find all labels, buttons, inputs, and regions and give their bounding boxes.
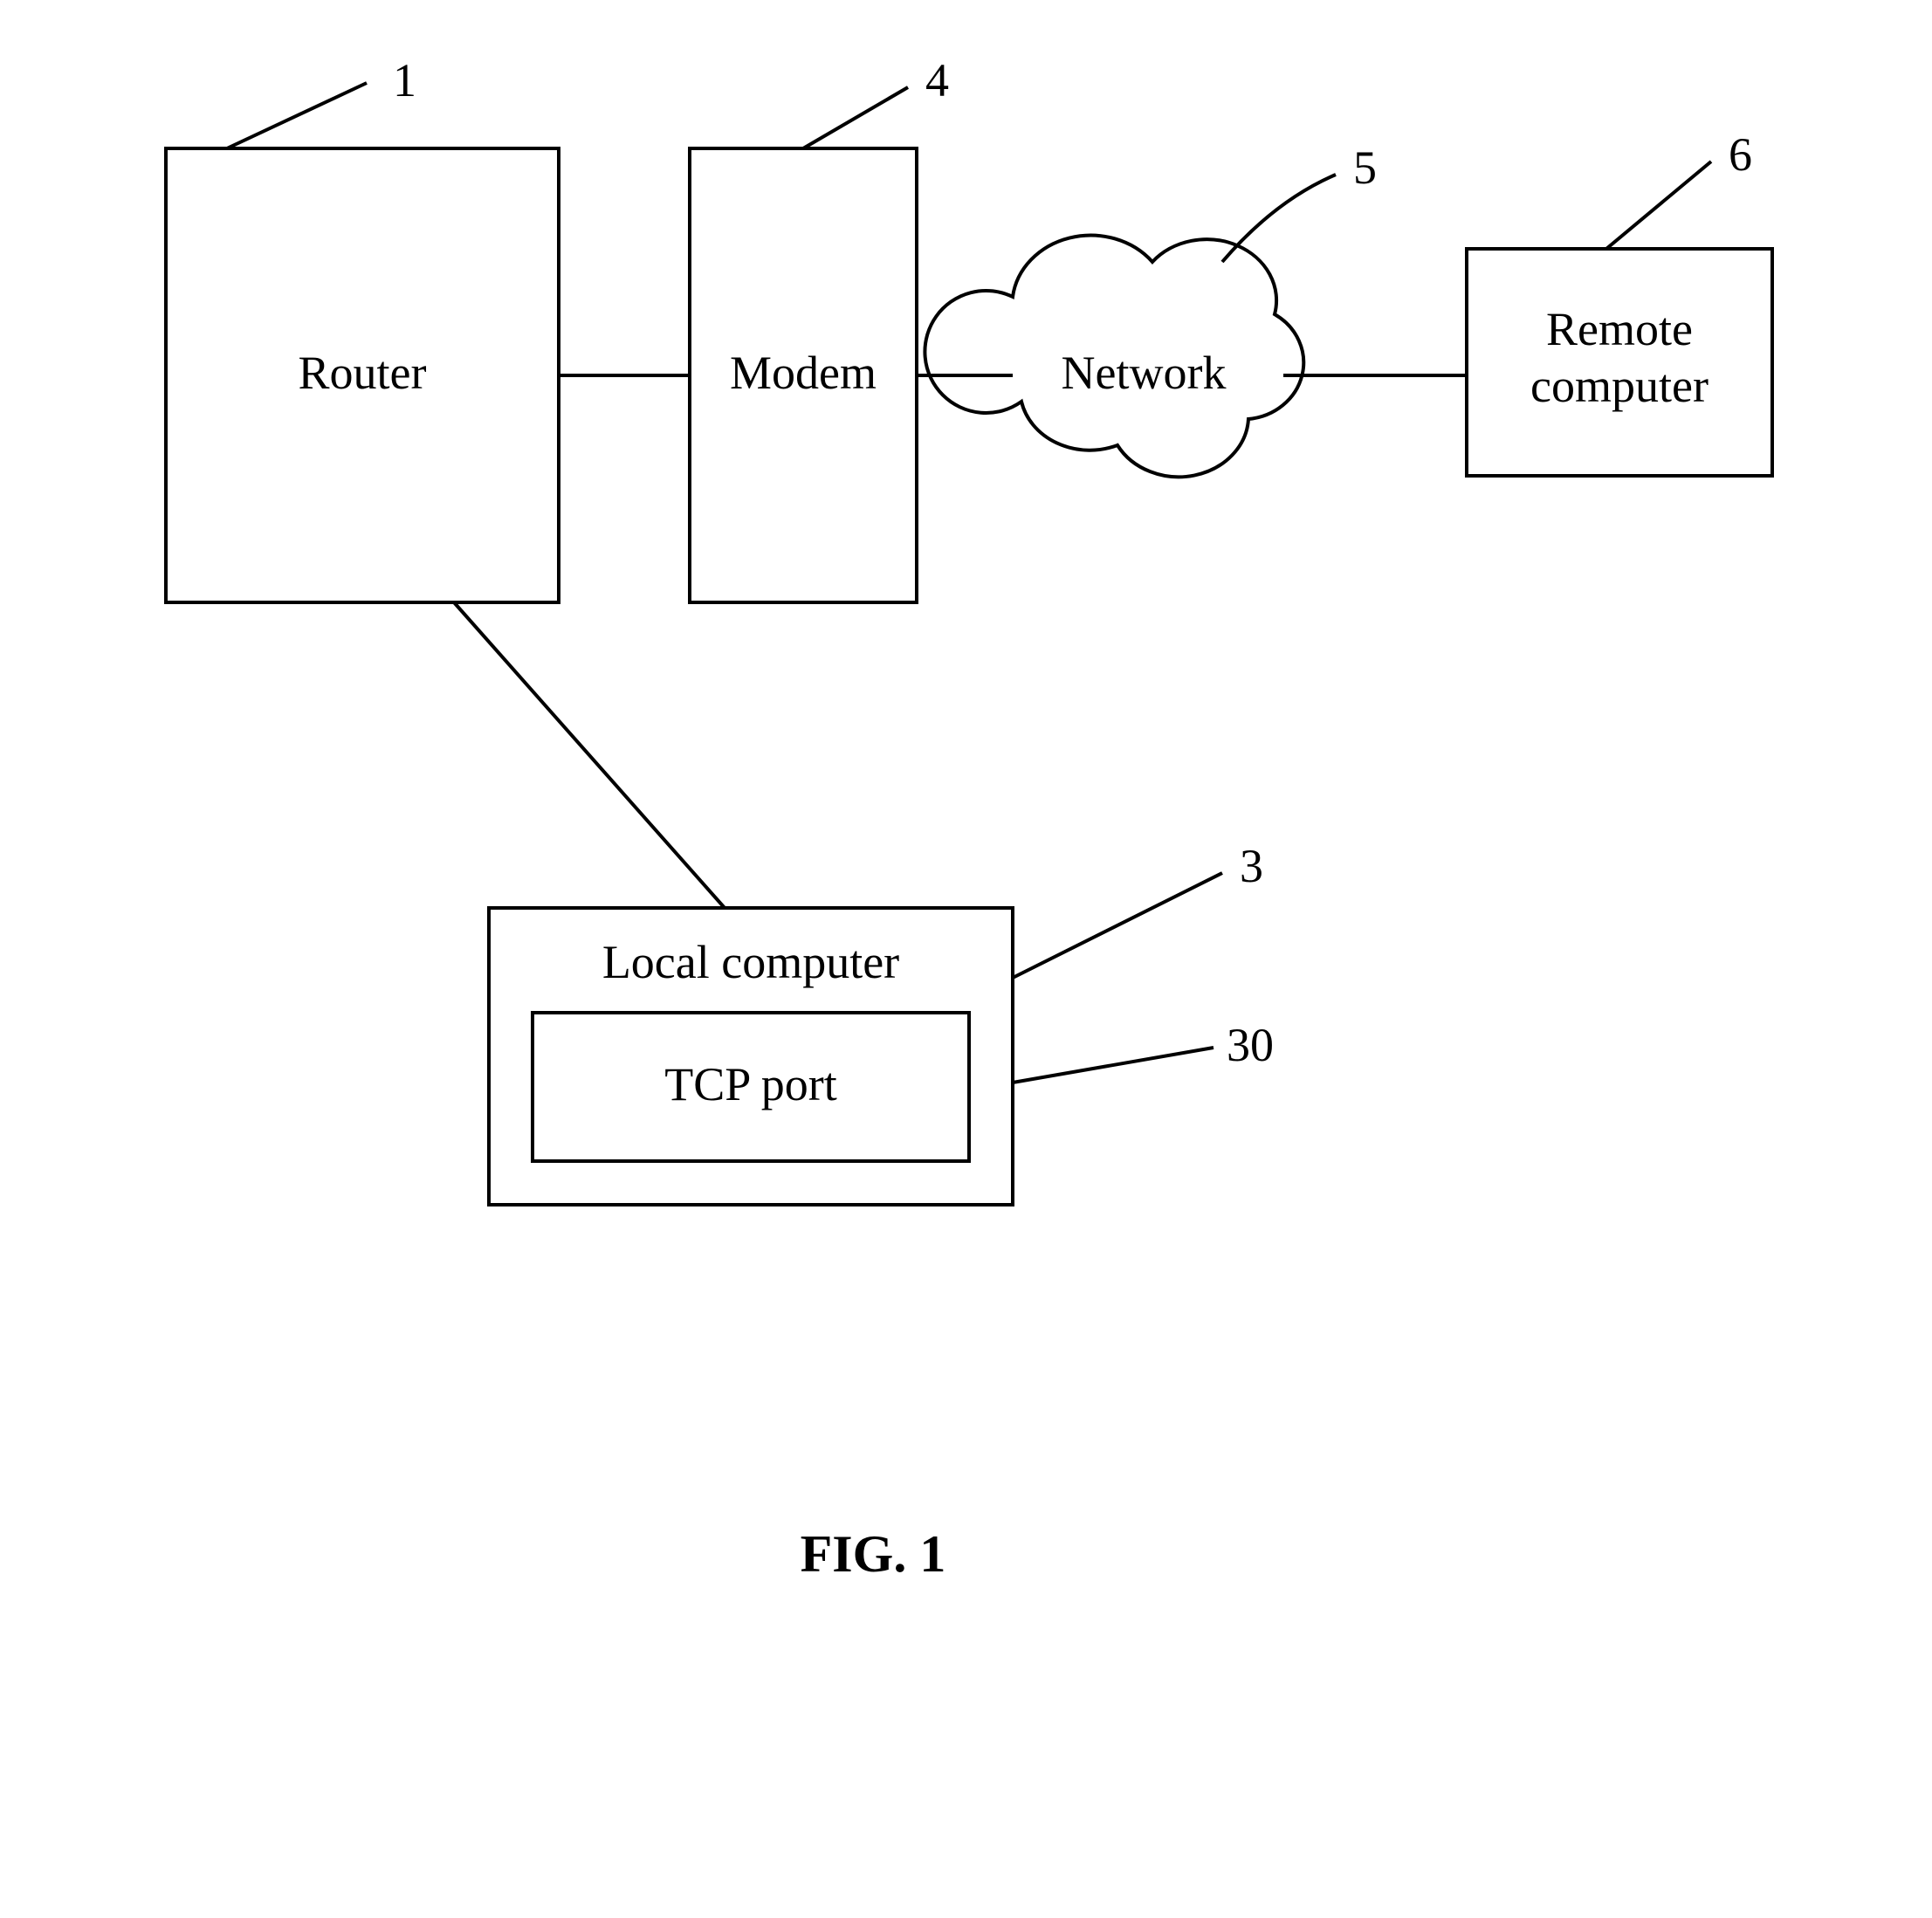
figure-1: Router Modem Network Remote computer Loc… bbox=[0, 0, 1932, 1914]
ref-leader-6 bbox=[1606, 162, 1711, 249]
network-label: Network bbox=[1062, 347, 1227, 399]
ref-leader-4 bbox=[803, 87, 908, 148]
router-label: Router bbox=[299, 347, 427, 399]
link-router-local bbox=[454, 602, 725, 908]
ref-leader-30 bbox=[1013, 1048, 1214, 1083]
local-computer-label: Local computer bbox=[602, 936, 899, 988]
ref-leader-5 bbox=[1222, 175, 1336, 262]
figure-caption: FIG. 1 bbox=[801, 1525, 946, 1583]
ref-number-4: 4 bbox=[925, 54, 949, 107]
ref-number-5: 5 bbox=[1353, 141, 1377, 194]
ref-number-3: 3 bbox=[1240, 840, 1263, 892]
remote-computer-label-line1: Remote bbox=[1546, 303, 1693, 355]
ref-number-30: 30 bbox=[1227, 1019, 1274, 1071]
ref-leader-1 bbox=[227, 83, 367, 148]
remote-computer-label-line2: computer bbox=[1530, 360, 1709, 412]
tcp-port-label: TCP port bbox=[664, 1058, 837, 1110]
ref-leader-3 bbox=[1013, 873, 1222, 978]
ref-number-1: 1 bbox=[393, 54, 416, 107]
modem-label: Modem bbox=[730, 347, 877, 399]
ref-number-6: 6 bbox=[1729, 128, 1752, 181]
